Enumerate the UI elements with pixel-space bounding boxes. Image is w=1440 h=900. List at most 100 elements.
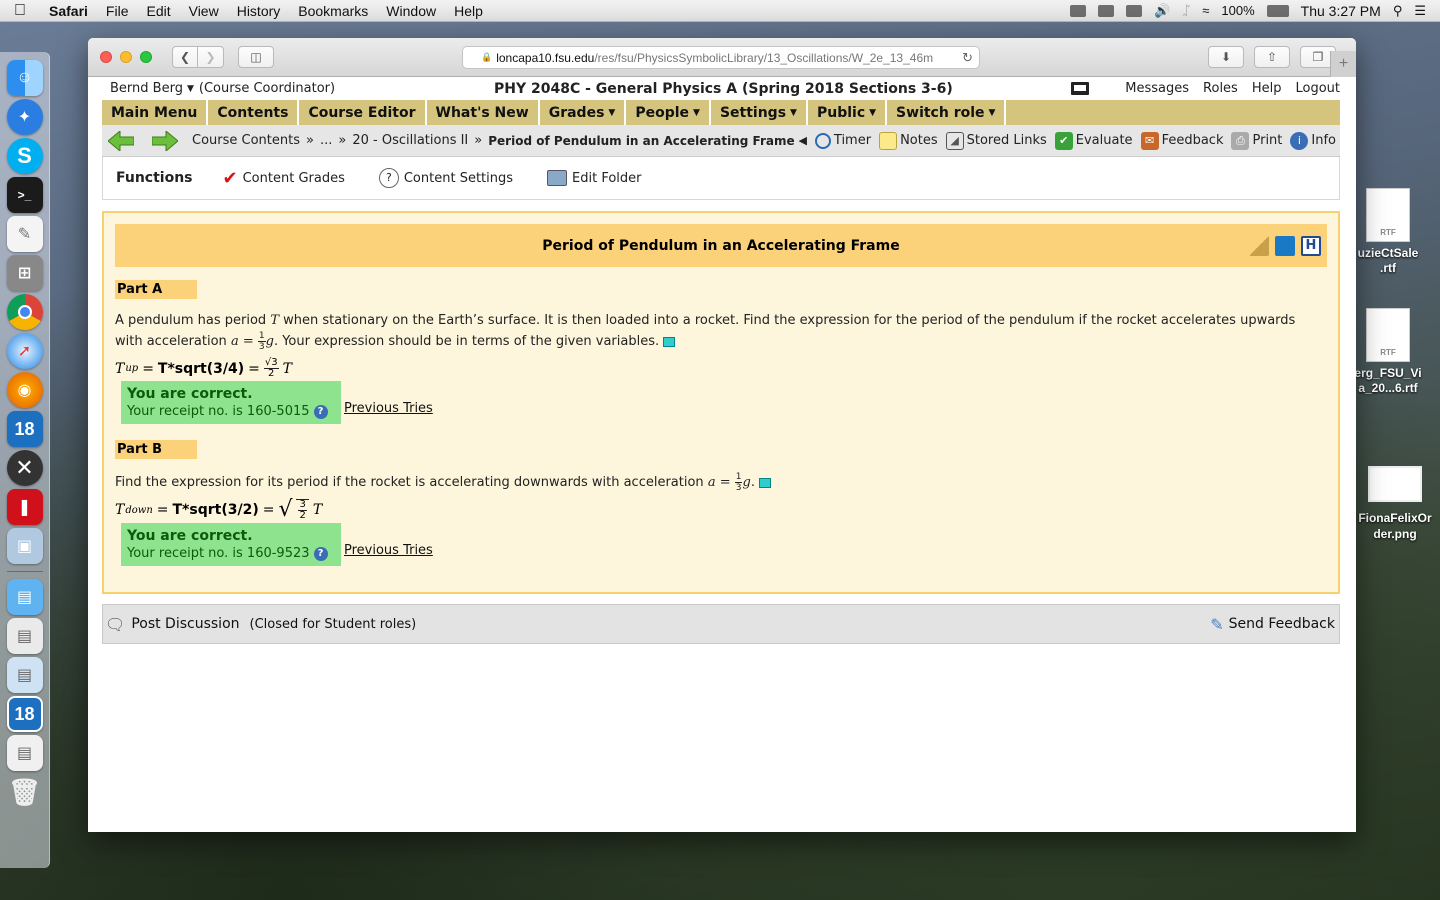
time-machine-icon[interactable] (1126, 4, 1143, 17)
mail-icon[interactable]: ✦ (6, 99, 43, 135)
desktop-file-rtf-2[interactable]: RTF erg_FSU_Vi a_20...6.rtf (1343, 308, 1433, 396)
collapse-tools-icon[interactable]: ◀ (798, 134, 806, 147)
notes-tool[interactable]: Notes (879, 131, 938, 150)
previous-resource-arrow-icon[interactable] (108, 130, 134, 151)
menu-people[interactable]: People ▼ (626, 100, 711, 125)
chrome-icon[interactable] (6, 294, 43, 330)
book-icon[interactable] (1275, 235, 1295, 256)
notification-center-icon[interactable]: ☰ (1414, 3, 1426, 19)
reload-icon[interactable]: ↻ (958, 49, 973, 66)
textedit-icon[interactable]: ✎ (6, 216, 43, 252)
firefox-icon[interactable]: ◉ (6, 372, 43, 408)
preview-icon[interactable]: ▣ (6, 528, 43, 564)
part-b-label: Part B (115, 440, 197, 459)
menu-contents[interactable]: Contents (208, 100, 300, 125)
clock[interactable]: Thu 3:27 PM (1301, 3, 1381, 19)
minimize-window-button[interactable] (120, 51, 132, 63)
breadcrumb-folder[interactable]: 20 - Oscillations II (352, 133, 468, 148)
calculator-icon[interactable]: ⊞ (6, 255, 43, 291)
post-discussion-label: Post Discussion (131, 616, 240, 632)
feedback-tool[interactable]: ✉ Feedback (1140, 131, 1223, 150)
hint-icon[interactable]: H (1301, 235, 1321, 256)
trash-icon[interactable]: 🗑 (7, 774, 43, 810)
menu-bookmarks[interactable]: Bookmarks (289, 3, 377, 19)
menu-history[interactable]: History (228, 3, 290, 19)
wifi-icon[interactable]: ≈ (1202, 3, 1209, 18)
airplay-icon[interactable] (1098, 4, 1115, 17)
menu-window[interactable]: Window (377, 3, 445, 19)
skype-icon[interactable]: S (6, 138, 43, 174)
evaluate-tool[interactable]: ✔ Evaluate (1054, 131, 1133, 150)
safari-icon[interactable]: ➚ (6, 333, 43, 369)
user-menu-caret[interactable]: ▼ (187, 84, 194, 94)
monitor-icon[interactable] (1071, 82, 1090, 95)
menu-help[interactable]: Help (445, 3, 492, 19)
breadcrumb-course-contents[interactable]: Course Contents (192, 133, 300, 148)
messages-link[interactable]: Messages (1125, 81, 1189, 96)
menu-public[interactable]: Public ▼ (808, 100, 888, 125)
battery-icon[interactable] (1266, 4, 1289, 17)
help-question-icon[interactable]: ? (313, 404, 328, 419)
downloads-button[interactable]: ⬇ (1208, 46, 1244, 68)
calendar-app-icon-2[interactable]: 18 (6, 696, 43, 732)
menu-grades[interactable]: Grades ▼ (540, 100, 627, 125)
breadcrumb-ellipsis[interactable]: ... (320, 133, 332, 148)
spotlight-icon[interactable]: ⚲ (1393, 3, 1403, 19)
logout-link[interactable]: Logout (1295, 81, 1340, 96)
terminal-icon[interactable]: >_ (6, 177, 43, 213)
close-window-button[interactable] (100, 51, 112, 63)
edit-folder-link[interactable]: Edit Folder (547, 170, 642, 186)
menu-course-editor[interactable]: Course Editor (299, 100, 427, 125)
ruler-icon[interactable] (1249, 235, 1269, 256)
info-tool[interactable]: i Info (1290, 131, 1336, 150)
menu-main-menu[interactable]: Main Menu (102, 100, 209, 125)
document-thumb-icon[interactable]: ▤ (6, 618, 43, 654)
back-button[interactable]: ❮ (172, 46, 198, 68)
calendar-app-icon[interactable]: 18 (6, 411, 43, 447)
tool-label: Evaluate (1075, 133, 1133, 148)
post-discussion-link[interactable]: 🗨 Post Discussion (103, 615, 240, 634)
apple-icon[interactable]:  (0, 2, 40, 20)
send-feedback-link[interactable]: ✎ Send Feedback (1210, 615, 1339, 634)
document-thumb-icon-2[interactable]: ▤ (6, 657, 43, 693)
functions-bar: Functions ✔ Content Grades ? Content Setti… (102, 157, 1340, 200)
share-button[interactable]: ⇧ (1254, 46, 1290, 68)
note-icon[interactable] (663, 336, 676, 347)
help-question-icon[interactable]: ? (313, 546, 328, 561)
volume-icon[interactable]: 🔊 (1154, 3, 1170, 19)
menu-file[interactable]: File (97, 3, 138, 19)
previous-tries-link[interactable]: Previous Tries (344, 543, 433, 558)
new-tab-button[interactable]: + (1330, 51, 1356, 77)
forward-button[interactable]: ❯ (198, 46, 224, 68)
menu-whats-new[interactable]: What's New (427, 100, 540, 125)
menu-view[interactable]: View (180, 3, 228, 19)
roles-link[interactable]: Roles (1203, 81, 1238, 96)
finder-icon[interactable]: ☺ (6, 60, 43, 96)
menu-app-name[interactable]: Safari (40, 3, 97, 19)
note-icon[interactable] (758, 477, 771, 488)
print-tool[interactable]: ⎙ Print (1231, 131, 1282, 150)
menu-switch-role[interactable]: Switch role ▼ (887, 100, 1007, 125)
content-settings-link[interactable]: ? Content Settings (378, 168, 513, 188)
desktop-file-rtf-1[interactable]: RTF uzieCtSale .rtf (1343, 188, 1433, 276)
timer-tool[interactable]: Timer (814, 132, 871, 149)
help-link[interactable]: Help (1252, 81, 1282, 96)
next-resource-arrow-icon[interactable] (152, 130, 178, 151)
zoom-window-button[interactable] (140, 51, 152, 63)
user-name[interactable]: Bernd Berg (110, 81, 183, 96)
activity-icon[interactable] (1070, 4, 1087, 17)
previous-tries-link[interactable]: Previous Tries (344, 401, 433, 416)
bluetooth-icon[interactable]: ᛢ (1182, 3, 1190, 18)
content-grades-link[interactable]: ✔ Content Grades (223, 168, 345, 189)
folder-icon[interactable]: ▤ (6, 579, 43, 615)
menu-settings[interactable]: Settings ▼ (711, 100, 808, 125)
menu-edit[interactable]: Edit (137, 3, 179, 19)
stored-links-tool[interactable]: ◢ Stored Links (945, 131, 1047, 150)
send-feedback-label: Send Feedback (1228, 616, 1335, 632)
acrobat-icon[interactable]: ❚ (6, 489, 43, 525)
document-thumb-icon-3[interactable]: ▤ (6, 735, 43, 771)
x11-icon[interactable]: ✕ (6, 450, 43, 486)
desktop-file-png[interactable]: FionaFelixOr der.png (1350, 466, 1440, 542)
address-bar[interactable]: 🔒 loncapa10.fsu.edu /res/fsu/PhysicsSymb… (462, 46, 980, 69)
sidebar-toggle-button[interactable]: ◫ (238, 46, 274, 68)
